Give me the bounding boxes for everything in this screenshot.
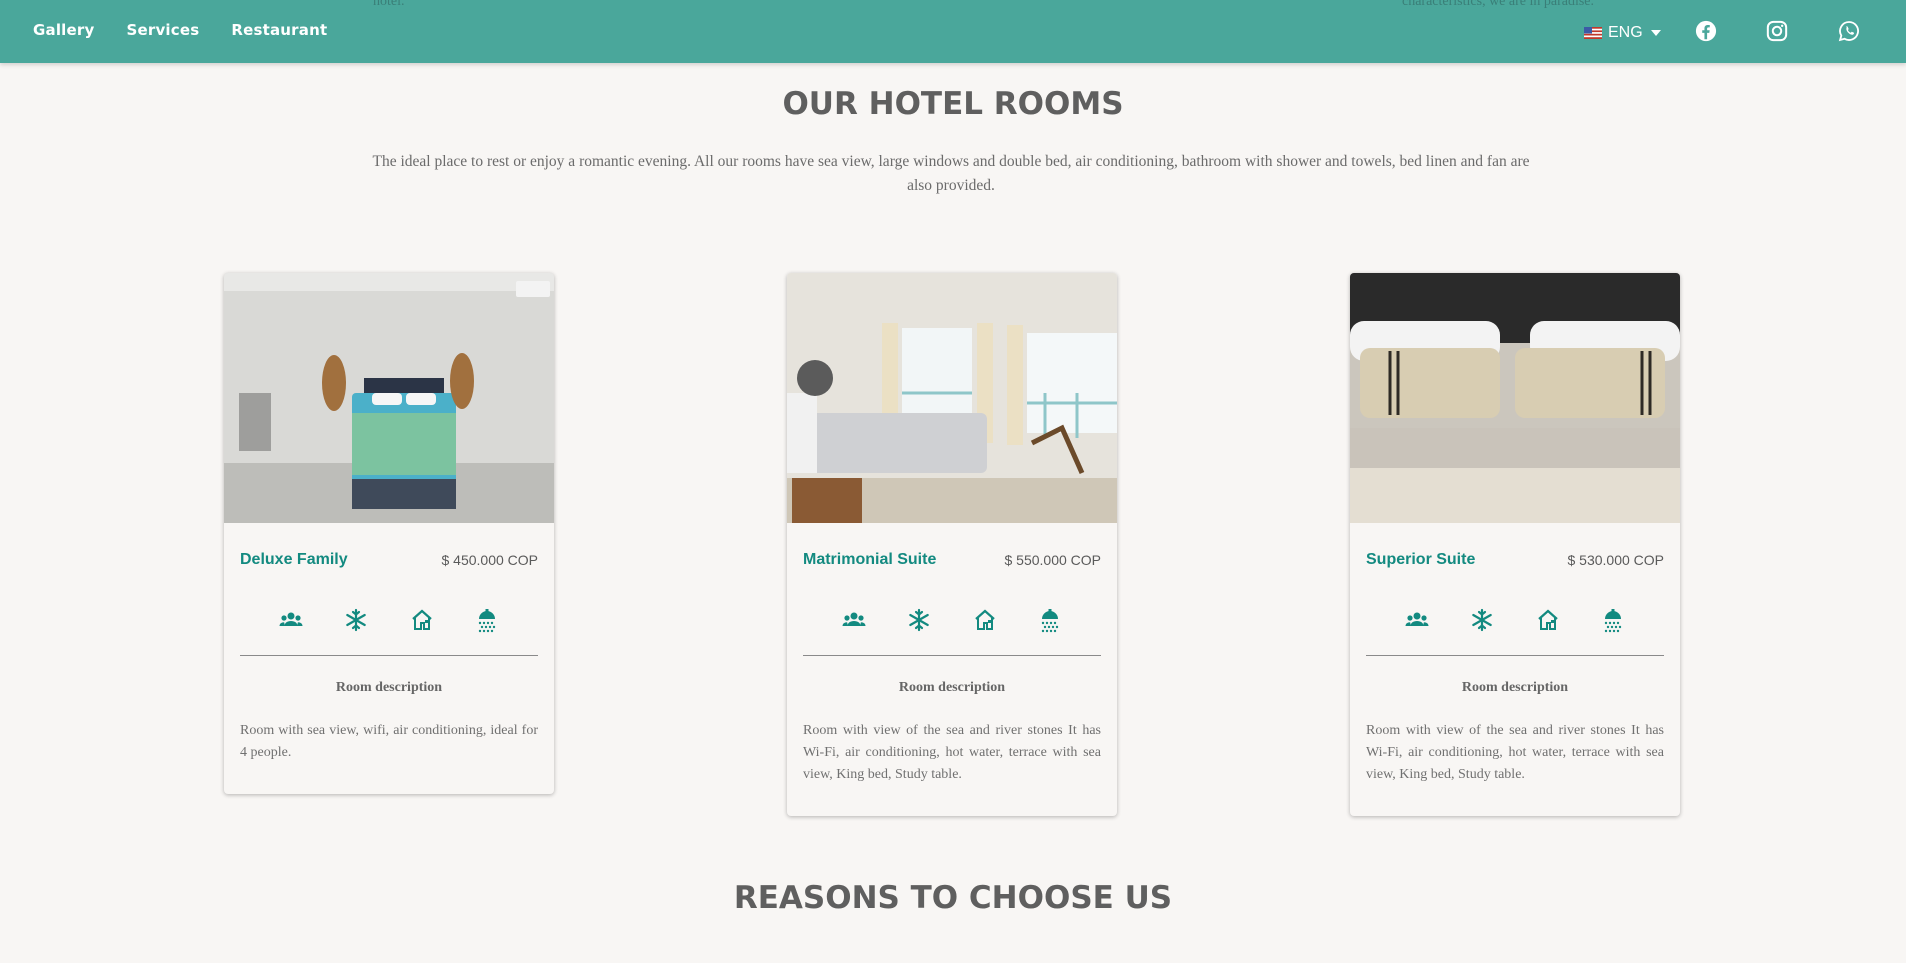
section-title-rooms: OUR HOTEL ROOMS [782,86,1124,122]
house-view-icon [412,609,432,630]
us-flag-icon [1584,27,1602,39]
room-description-title: Room description [1461,680,1569,695]
room-price: $ 530.000 COP [1567,552,1664,568]
people-icon [842,612,866,626]
nav-links: Gallery Services Restaurant [33,21,359,39]
room-description-title: Room description [898,680,1006,695]
language-selector[interactable]: ENG [1584,24,1674,42]
snowflake-icon [909,608,930,632]
room-price: $ 450.000 COP [441,552,538,568]
whatsapp-icon[interactable] [1838,20,1860,42]
card-divider [803,655,1101,656]
bleed-text-right: characteristics, we are in paradise. [1402,0,1595,9]
shower-icon [1042,609,1059,633]
house-view-icon [975,609,995,630]
nav-link-services[interactable]: Services [126,21,199,39]
room-photo-matrimonial-suite[interactable] [787,273,1117,523]
nav-link-gallery[interactable]: Gallery [33,21,94,39]
rooms-intro-text: The ideal place to rest or enjoy a roman… [372,153,1530,194]
room-description-text: Room with view of the sea and river ston… [803,723,1101,782]
room-name[interactable]: Matrimonial Suite [803,551,936,569]
room-card: Deluxe Family $ 450.000 COP Room descrip… [224,273,554,794]
language-label: ENG [1608,24,1643,41]
bleed-text-left: hotel. [373,0,405,9]
snowflake-icon [346,608,367,632]
amenity-icons [787,607,1117,633]
card-divider [240,655,538,656]
room-photo-deluxe-family[interactable] [224,273,554,523]
shower-icon [1605,609,1622,633]
card-header: Superior Suite $ 530.000 COP [1350,551,1680,569]
room-description-text: Room with view of the sea and river ston… [1366,723,1664,782]
people-icon [1405,612,1429,626]
room-name[interactable]: Deluxe Family [240,551,348,569]
room-name[interactable]: Superior Suite [1366,551,1475,569]
room-photo-superior-suite[interactable] [1350,273,1680,523]
amenity-icons [224,607,554,633]
room-card: Superior Suite $ 530.000 COP Room descri… [1350,273,1680,816]
house-view-icon [1538,609,1558,630]
section-title-reasons: REASONS TO CHOOSE US [733,880,1173,916]
room-description-title: Room description [335,680,443,695]
card-divider [1366,655,1664,656]
amenity-icons [1350,607,1680,633]
shower-icon [479,609,496,633]
card-header: Deluxe Family $ 450.000 COP [224,551,554,569]
people-icon [279,612,303,626]
room-description-text: Room with sea view, wifi, air conditioni… [240,723,538,760]
nav-link-restaurant[interactable]: Restaurant [231,21,327,39]
top-navbar: hotel. characteristics, we are in paradi… [0,0,1906,63]
instagram-icon[interactable] [1766,20,1788,42]
snowflake-icon [1472,608,1493,632]
card-header: Matrimonial Suite $ 550.000 COP [787,551,1117,569]
room-price: $ 550.000 COP [1004,552,1101,568]
chevron-down-icon [1650,30,1661,36]
facebook-icon[interactable] [1695,20,1717,42]
room-card: Matrimonial Suite $ 550.000 COP Room des… [787,273,1117,816]
